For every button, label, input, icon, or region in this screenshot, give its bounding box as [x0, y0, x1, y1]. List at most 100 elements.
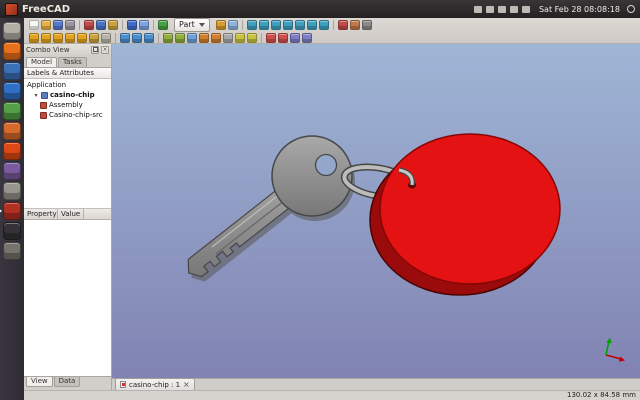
tree-header: Labels & Attributes — [24, 68, 111, 79]
shape-builder-icon[interactable] — [101, 33, 111, 43]
tab-view[interactable]: View — [26, 377, 53, 387]
launcher-ubuntu-software[interactable] — [3, 142, 21, 160]
draw-style-icon[interactable] — [228, 20, 238, 30]
bluetooth-icon[interactable] — [486, 6, 494, 13]
chamfer-icon[interactable] — [211, 33, 221, 43]
top-view-icon[interactable] — [271, 20, 281, 30]
create-primitives-icon[interactable] — [89, 33, 99, 43]
revolve-icon[interactable] — [175, 33, 185, 43]
fillet-icon[interactable] — [199, 33, 209, 43]
tree-items: ▾casino-chipAssemblyCasino-chip-src — [24, 90, 111, 120]
tree-item-casino-chip[interactable]: ▾casino-chip — [24, 90, 111, 100]
launcher-freecad[interactable] — [3, 202, 21, 220]
cone-icon[interactable] — [65, 33, 75, 43]
offset-icon[interactable] — [290, 33, 300, 43]
clear-measurement-icon[interactable] — [362, 20, 372, 30]
mirror-icon[interactable] — [187, 33, 197, 43]
float-icon — [93, 47, 98, 52]
chevron-down-icon — [199, 23, 205, 27]
workbench-selector[interactable]: Part — [174, 18, 210, 32]
redo-icon[interactable] — [139, 20, 149, 30]
open-document-icon[interactable] — [41, 20, 51, 30]
part-icon — [40, 112, 47, 119]
launcher-libreoffice-writer[interactable] — [3, 82, 21, 100]
print-icon[interactable] — [65, 20, 75, 30]
expander-icon[interactable]: ▾ — [33, 92, 39, 99]
boolean-common-icon[interactable] — [132, 33, 142, 43]
network-icon[interactable] — [498, 6, 506, 13]
front-view-icon[interactable] — [259, 20, 269, 30]
launcher-trash[interactable] — [3, 242, 21, 260]
ruled-surface-icon[interactable] — [223, 33, 233, 43]
value-column-header: Value — [58, 209, 84, 219]
measure-distance-icon[interactable] — [338, 20, 348, 30]
right-view-icon[interactable] — [283, 20, 293, 30]
toolbar-separator — [153, 20, 154, 30]
left-view-icon[interactable] — [319, 20, 329, 30]
cut-icon[interactable] — [84, 20, 94, 30]
launcher-firefox[interactable] — [3, 62, 21, 80]
battery-icon[interactable] — [522, 6, 530, 13]
box-icon[interactable] — [29, 33, 39, 43]
tab-model[interactable]: Model — [26, 57, 57, 67]
measure-angular-icon[interactable] — [350, 20, 360, 30]
session-menu-icon[interactable] — [627, 5, 635, 13]
close-tab-icon[interactable]: × — [183, 381, 190, 389]
status-bar: 130.02 x 84.58 mm — [24, 390, 640, 400]
tree-item-label: Application — [27, 81, 66, 89]
new-document-icon[interactable] — [29, 20, 39, 30]
launcher-libreoffice-calc[interactable] — [3, 102, 21, 120]
document-icon — [41, 92, 48, 99]
active-app-title: FreeCAD — [22, 4, 70, 15]
document-tab[interactable]: casino-chip : 1 × — [115, 378, 195, 390]
float-panel-button[interactable] — [91, 46, 99, 54]
boolean-union-icon[interactable] — [120, 33, 130, 43]
tab-data[interactable]: Data — [54, 377, 81, 387]
document-tab-bar: casino-chip : 1 × — [112, 378, 640, 390]
sweep-icon[interactable] — [247, 33, 257, 43]
bottom-view-icon[interactable] — [307, 20, 317, 30]
extrude-icon[interactable] — [163, 33, 173, 43]
save-document-icon[interactable] — [53, 20, 63, 30]
tree-item-assembly[interactable]: Assembly — [24, 100, 111, 110]
tree-item-application[interactable]: Application — [24, 80, 111, 90]
rear-view-icon[interactable] — [295, 20, 305, 30]
undo-icon[interactable] — [127, 20, 137, 30]
fit-all-icon[interactable] — [216, 20, 226, 30]
launcher-libreoffice-impress[interactable] — [3, 122, 21, 140]
top-panel: FreeCAD Sat Feb 28 08:08:18 — [0, 0, 640, 18]
section-icon[interactable] — [266, 33, 276, 43]
toolbar-separator — [115, 33, 116, 43]
launcher-ubuntu-one[interactable] — [3, 162, 21, 180]
close-panel-button[interactable]: × — [101, 46, 109, 54]
boolean-cut-icon[interactable] — [144, 33, 154, 43]
tree-item-casino-chip-src[interactable]: Casino-chip-src — [24, 110, 111, 120]
tree-item-label: Assembly — [49, 101, 83, 109]
toolbar-group-part — [28, 33, 313, 43]
sphere-icon[interactable] — [53, 33, 63, 43]
keyboard-indicator-icon[interactable] — [474, 6, 482, 13]
launcher-terminal[interactable] — [3, 222, 21, 240]
thickness-icon[interactable] — [302, 33, 312, 43]
launcher-files[interactable] — [3, 42, 21, 60]
torus-icon[interactable] — [77, 33, 87, 43]
refresh-icon[interactable] — [158, 20, 168, 30]
toolbar-group-view — [215, 20, 373, 30]
toolbar-row-1: Part — [24, 18, 640, 31]
launcher-dash-home[interactable] — [3, 22, 21, 40]
toolbar-separator — [122, 20, 123, 30]
toolbar-separator — [79, 20, 80, 30]
axonometric-view-icon[interactable] — [247, 20, 257, 30]
cross-sections-icon[interactable] — [278, 33, 288, 43]
loft-icon[interactable] — [235, 33, 245, 43]
paste-icon[interactable] — [108, 20, 118, 30]
cylinder-icon[interactable] — [41, 33, 51, 43]
copy-icon[interactable] — [96, 20, 106, 30]
combo-view-panel: Combo View × ModelTasks Labels & Attribu… — [24, 44, 112, 390]
clock[interactable]: Sat Feb 28 08:08:18 — [539, 5, 620, 14]
property-column-header: Property — [24, 209, 58, 219]
launcher-system-settings[interactable] — [3, 182, 21, 200]
sound-icon[interactable] — [510, 6, 518, 13]
tab-tasks[interactable]: Tasks — [58, 57, 87, 67]
3d-viewport[interactable] — [112, 44, 640, 378]
